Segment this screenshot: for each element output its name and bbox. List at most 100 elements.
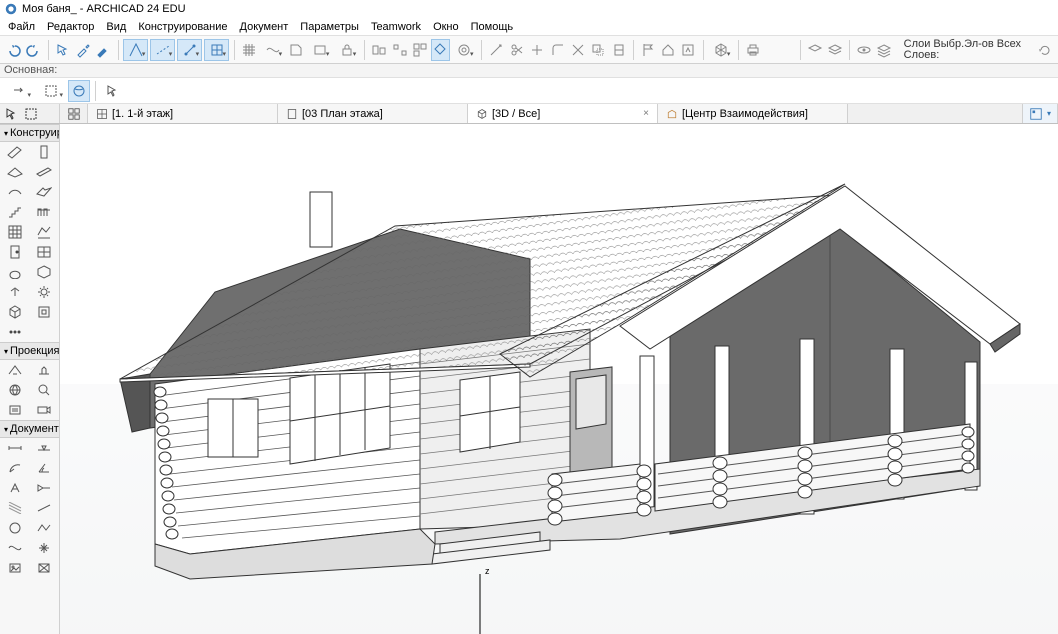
grid-snap-button[interactable]: [204, 39, 229, 61]
window-tool[interactable]: [30, 242, 60, 262]
detail-tool[interactable]: [30, 380, 60, 400]
tab-center[interactable]: [Центр Взаимодействия]: [658, 104, 848, 123]
layer-sel-icon[interactable]: [805, 39, 823, 61]
mesh-tool[interactable]: [30, 222, 60, 242]
rect-tool-button[interactable]: [307, 39, 332, 61]
close-icon[interactable]: ×: [643, 108, 649, 119]
home-button[interactable]: [659, 39, 677, 61]
refresh-button[interactable]: [1035, 39, 1053, 61]
distribute-button[interactable]: [390, 39, 408, 61]
door-tool[interactable]: [0, 242, 30, 262]
tabs-grid-icon[interactable]: [67, 107, 81, 121]
bim-button[interactable]: [411, 39, 429, 61]
measure-button[interactable]: [487, 39, 505, 61]
level-tool[interactable]: [30, 438, 60, 458]
3d-viewport[interactable]: z x y: [60, 124, 1058, 634]
palette-header-design[interactable]: Конструиров: [0, 124, 59, 142]
lamp-tool[interactable]: [30, 282, 60, 302]
text-tool[interactable]: [0, 478, 30, 498]
curtain-tool[interactable]: [0, 222, 30, 242]
wall-tool[interactable]: [0, 142, 30, 162]
guideline-mode-button[interactable]: [123, 39, 148, 61]
menu-design[interactable]: Конструирование: [132, 21, 233, 33]
inject-button[interactable]: [94, 39, 112, 61]
worksheet-tool[interactable]: [0, 400, 30, 420]
palette-header-doc[interactable]: Документиро: [0, 420, 59, 438]
tab-floor1[interactable]: [1. 1-й этаж]: [88, 104, 278, 123]
morph-tool[interactable]: [0, 262, 30, 282]
menu-edit[interactable]: Редактор: [41, 21, 100, 33]
flag-button[interactable]: [639, 39, 657, 61]
print-button[interactable]: [744, 39, 762, 61]
railing-tool[interactable]: [30, 202, 60, 222]
ie-tool[interactable]: [0, 380, 30, 400]
line-tool[interactable]: [30, 498, 60, 518]
radial-tool[interactable]: [0, 458, 30, 478]
camera-tool[interactable]: [30, 400, 60, 420]
menu-document[interactable]: Документ: [234, 21, 295, 33]
roof-tool[interactable]: [0, 182, 30, 202]
drawing-tool[interactable]: [0, 558, 30, 578]
menu-teamwork[interactable]: Teamwork: [365, 21, 427, 33]
stair-tool[interactable]: [0, 202, 30, 222]
resize-button[interactable]: [589, 39, 607, 61]
menu-window[interactable]: Окно: [427, 21, 465, 33]
object-tool[interactable]: [30, 262, 60, 282]
publish-button[interactable]: [679, 39, 697, 61]
tab-plan03[interactable]: [03 План этажа]: [278, 104, 468, 123]
trim-button[interactable]: [508, 39, 526, 61]
circle-tool[interactable]: [0, 518, 30, 538]
menu-file[interactable]: Файл: [2, 21, 41, 33]
opening-tool[interactable]: [30, 302, 60, 322]
marquee-tool[interactable]: [22, 105, 40, 123]
pick-button[interactable]: [54, 39, 72, 61]
3dview-button[interactable]: [708, 39, 733, 61]
lock-button[interactable]: [334, 39, 359, 61]
intersect-button[interactable]: [569, 39, 587, 61]
ruler-button[interactable]: [260, 39, 285, 61]
section-tool[interactable]: [0, 360, 30, 380]
more-tool[interactable]: [0, 322, 30, 342]
angle-tool[interactable]: [30, 458, 60, 478]
eye-icon[interactable]: [855, 39, 873, 61]
layer-all-icon[interactable]: [826, 39, 844, 61]
marquee-opt-button[interactable]: [36, 80, 66, 102]
undo-button[interactable]: [4, 39, 22, 61]
filter-button[interactable]: [431, 39, 449, 61]
grid-toggle-button[interactable]: [240, 39, 258, 61]
beam-tool[interactable]: [30, 162, 60, 182]
redo-button[interactable]: [24, 39, 42, 61]
slab-tool[interactable]: [0, 162, 30, 182]
shell-tool[interactable]: [30, 182, 60, 202]
cursor-opt-button[interactable]: [101, 80, 123, 102]
tab-3d[interactable]: [3D / Все] ×: [468, 104, 658, 123]
menu-options[interactable]: Параметры: [294, 21, 365, 33]
tab-overview[interactable]: ▾: [1022, 104, 1058, 123]
palette-header-proj[interactable]: Проекция: [0, 342, 59, 360]
elev-button[interactable]: [609, 39, 627, 61]
layers-icon[interactable]: [875, 39, 893, 61]
snap-line-button[interactable]: [150, 39, 175, 61]
zone-tool[interactable]: [0, 302, 30, 322]
orbit-opt-button[interactable]: [68, 80, 90, 102]
dim-tool[interactable]: [0, 438, 30, 458]
polyline-tool[interactable]: [30, 518, 60, 538]
spline-tool[interactable]: [0, 538, 30, 558]
menu-help[interactable]: Помощь: [465, 21, 520, 33]
skylight-tool[interactable]: [0, 282, 30, 302]
eyedrop-button[interactable]: [74, 39, 92, 61]
trace-button[interactable]: [287, 39, 305, 61]
column-tool[interactable]: [30, 142, 60, 162]
align-button[interactable]: [370, 39, 388, 61]
label-tool[interactable]: [30, 478, 60, 498]
menu-view[interactable]: Вид: [100, 21, 132, 33]
arrow-tool[interactable]: [2, 105, 20, 123]
hotspot-tool[interactable]: [30, 538, 60, 558]
arrow-opt-button[interactable]: [4, 80, 34, 102]
fill-tool[interactable]: [0, 498, 30, 518]
elevation-tool[interactable]: [30, 360, 60, 380]
split-button[interactable]: [528, 39, 546, 61]
fillet-button[interactable]: [548, 39, 566, 61]
snap-point-button[interactable]: [177, 39, 202, 61]
view-settings-button[interactable]: [452, 39, 477, 61]
